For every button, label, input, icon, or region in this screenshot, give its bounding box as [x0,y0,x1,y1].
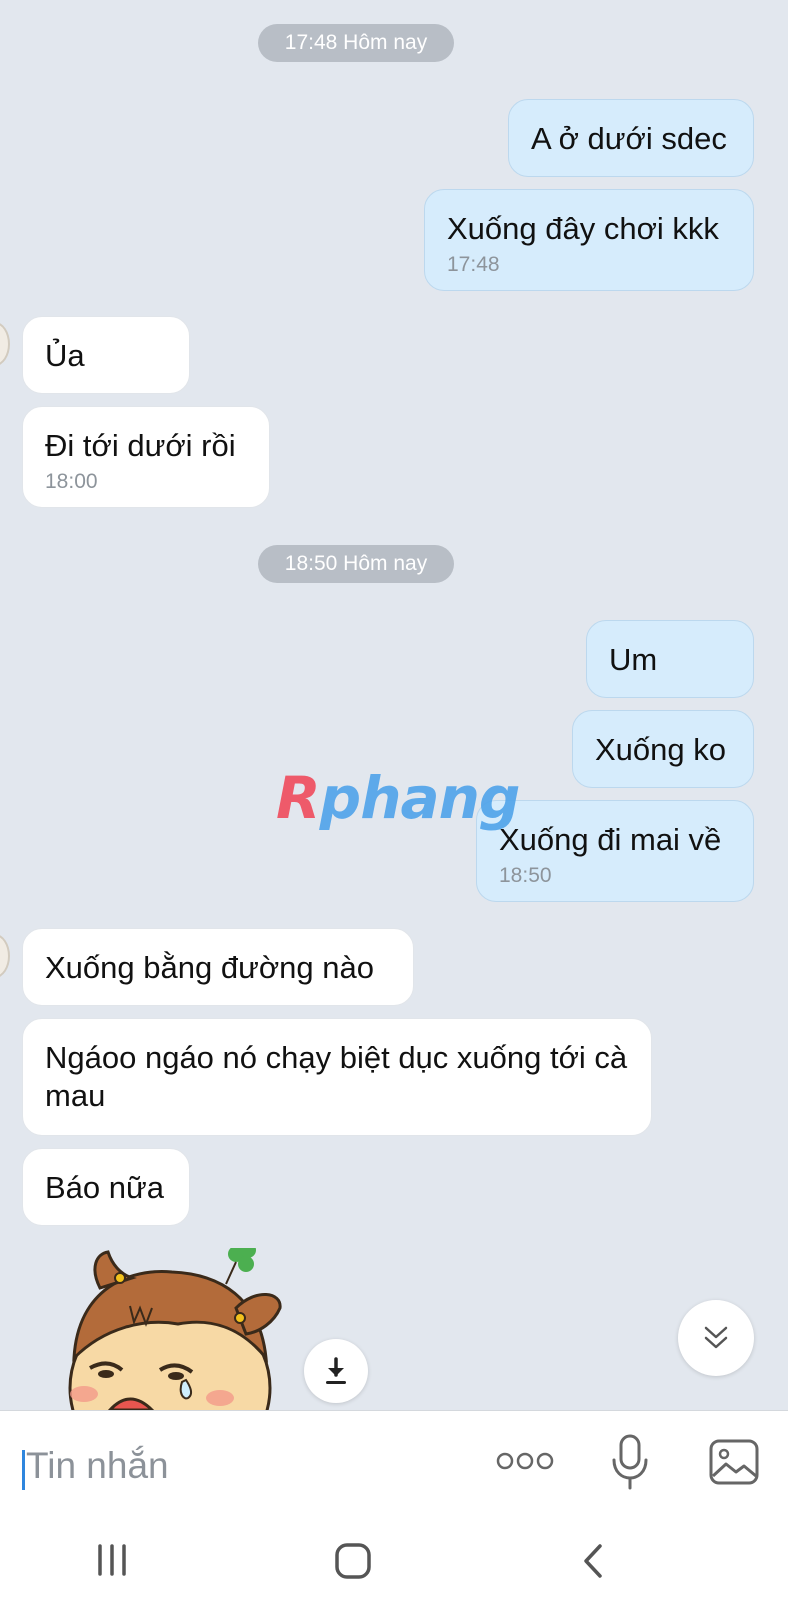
watermark-logo: Rphang [276,764,520,832]
message-text: Um [609,642,658,677]
scroll-to-bottom-button[interactable] [678,1300,754,1376]
sticker-image[interactable] [60,1248,290,1410]
message-bubble-incoming[interactable]: Báo nữa [22,1148,190,1226]
message-bubble-incoming[interactable]: Xuống bằng đường nào [22,928,414,1006]
message-bubble-incoming[interactable]: Ủa [22,316,190,394]
message-text: Xuống bằng đường nào [45,950,374,985]
message-input[interactable]: Tin nhắn [26,1445,169,1487]
text-cursor [22,1450,25,1490]
message-time: 17:48 [447,253,500,276]
message-text: Xuống đây chơi kkk [447,211,719,246]
message-time: 18:00 [45,470,98,493]
message-bubble-incoming[interactable]: Đi tới dưới rồi 18:00 [22,406,270,508]
double-chevron-down-icon [704,1326,728,1349]
sender-avatar[interactable] [0,322,10,366]
message-time: 18:50 [499,864,552,887]
image-icon[interactable] [708,1438,760,1486]
message-bubble-outgoing[interactable]: Xuống đây chơi kkk 17:48 [424,189,754,291]
message-text: Ngáoo ngáo nó chạy biệt dục xuống tới cà… [45,1040,628,1113]
more-dots-icon[interactable] [496,1450,554,1472]
message-bubble-outgoing[interactable]: Xuống ko [572,710,754,788]
message-text: Báo nữa [45,1170,165,1205]
download-sticker-button[interactable] [304,1339,368,1403]
chat-area[interactable]: 17:48 Hôm nay A ở dưới sdec Xuống đây ch… [0,0,788,1410]
message-text: A ở dưới sdec [531,121,727,156]
timestamp-pill: 18:50 Hôm nay [258,545,454,583]
home-icon[interactable] [334,1542,372,1580]
message-text: Đi tới dưới rồi [45,428,236,463]
recent-apps-icon[interactable] [94,1543,130,1577]
sender-avatar[interactable] [0,934,10,978]
download-icon [326,1357,346,1384]
message-text: Xuống đi mai về [499,822,722,857]
message-bubble-outgoing[interactable]: A ở dưới sdec [508,99,754,177]
message-bubble-incoming[interactable]: Ngáoo ngáo nó chạy biệt dục xuống tới cà… [22,1018,652,1136]
microphone-icon[interactable] [610,1434,650,1492]
timestamp-pill: 17:48 Hôm nay [258,24,454,62]
message-bubble-outgoing[interactable]: Um [586,620,754,698]
message-text: Xuống ko [595,732,726,767]
back-icon[interactable] [580,1542,606,1580]
message-text: Ủa [45,338,85,373]
